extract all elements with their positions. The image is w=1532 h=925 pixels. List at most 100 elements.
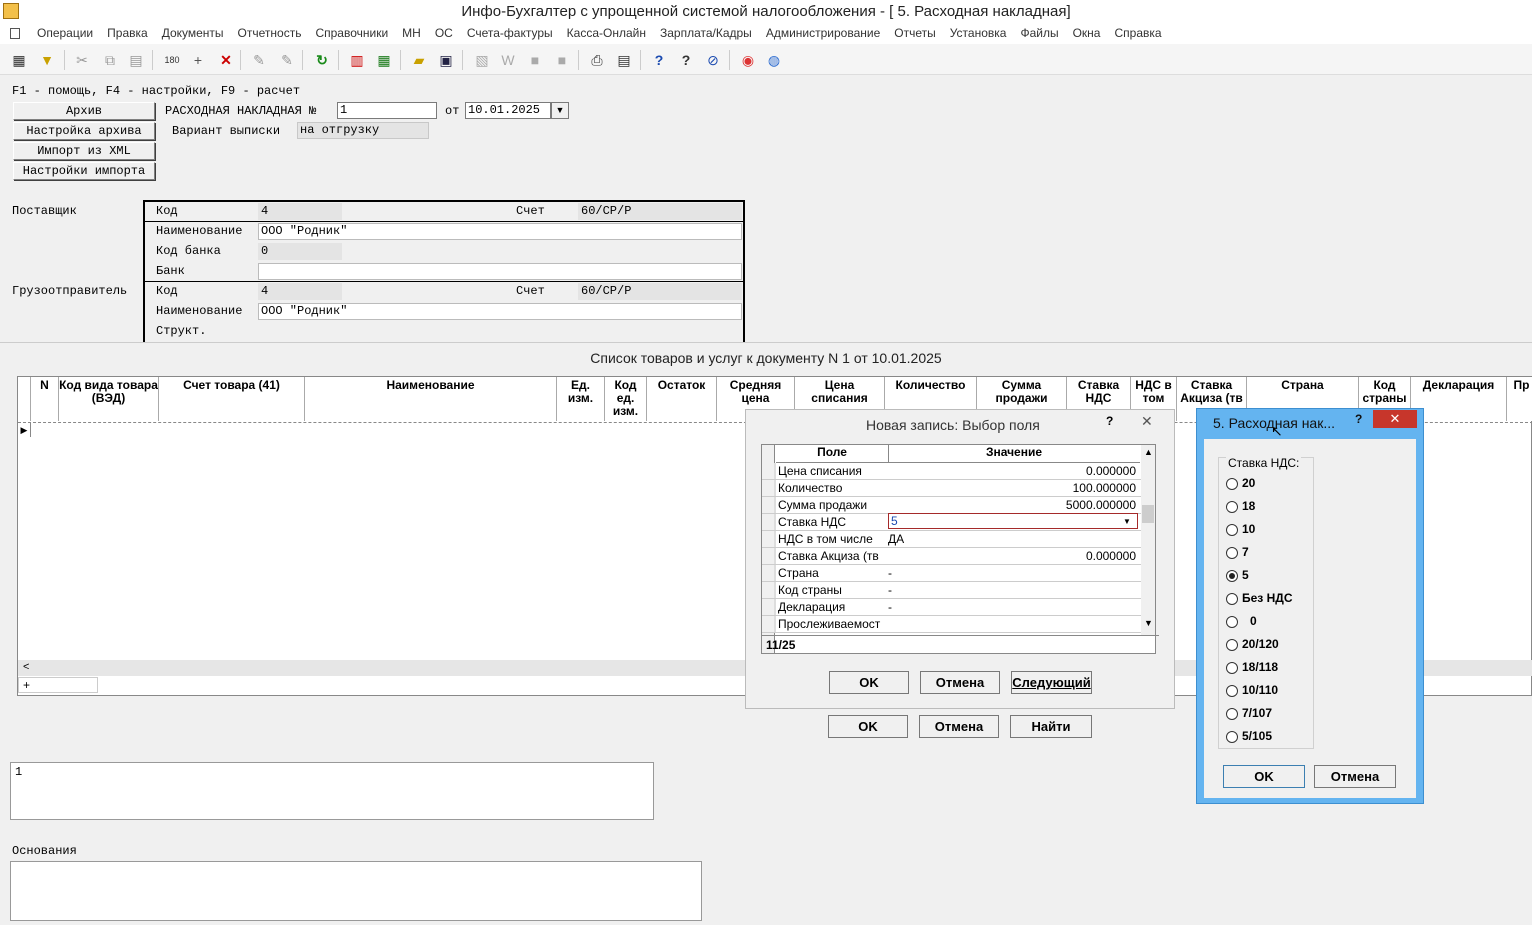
goods-column-header[interactable]: N xyxy=(31,377,59,421)
vat-dialog-close-icon[interactable]: ✕ xyxy=(1373,410,1417,428)
vat-option[interactable]: 18/118 xyxy=(1226,660,1326,678)
import-xml-button[interactable]: Импорт из XML xyxy=(13,142,155,160)
vat-option[interactable]: Без НДС xyxy=(1226,591,1326,609)
shipper-account-field[interactable]: 60/СР/Р xyxy=(578,283,742,300)
field-row-value[interactable]: ДА xyxy=(888,532,1136,546)
field-row-value[interactable]: 5 xyxy=(888,513,1138,529)
pen-icon[interactable]: ✎ xyxy=(249,50,269,70)
help-icon[interactable]: ? xyxy=(649,50,669,70)
scroll-thumb[interactable] xyxy=(1142,505,1154,523)
radio-icon[interactable] xyxy=(1226,662,1238,674)
menu-item[interactable]: МН xyxy=(395,26,428,40)
menu-item[interactable]: Окна xyxy=(1066,26,1108,40)
open-folder-icon[interactable]: ▰ xyxy=(409,50,429,70)
field-value-table[interactable]: Поле Значение Цена списания 0.000000 Колич… xyxy=(761,444,1159,654)
field-row[interactable]: Ставка Акциза (тв 0.000000 xyxy=(762,548,1142,565)
radio-icon[interactable] xyxy=(1226,593,1238,605)
field-row[interactable]: Сумма продажи 5000.000000 xyxy=(762,497,1142,514)
shipper-name-field[interactable]: ООО "Родник" xyxy=(258,303,742,320)
delete-icon[interactable]: ✕ xyxy=(216,50,236,70)
bank-field[interactable] xyxy=(258,263,742,280)
date-dropdown-icon[interactable]: ▼ xyxy=(551,102,569,119)
pen-multi-icon[interactable]: ✎ xyxy=(277,50,297,70)
field-row[interactable]: Прослеживаемост xyxy=(762,616,1142,633)
shipper-code-field[interactable]: 4 xyxy=(258,283,342,300)
goods-column-header[interactable]: Пр xyxy=(1507,377,1532,421)
radio-icon[interactable] xyxy=(1226,731,1238,743)
calculator-icon[interactable]: ▦ xyxy=(374,50,394,70)
radio-icon[interactable] xyxy=(1226,501,1238,513)
filter-icon[interactable]: ▼ xyxy=(37,50,57,70)
radio-icon[interactable] xyxy=(1226,478,1238,490)
radio-icon[interactable] xyxy=(1226,708,1238,720)
field-dialog-ok-button[interactable]: OK xyxy=(829,671,909,694)
field-row-value[interactable]: 0.000000 xyxy=(888,549,1136,563)
scroll-left-icon[interactable]: < xyxy=(23,661,29,673)
grid-icon[interactable]: ▦ xyxy=(9,50,29,70)
menu-item[interactable]: Документы xyxy=(155,26,231,40)
cut-icon[interactable]: ✂ xyxy=(72,50,92,70)
print-icon[interactable]: ⎙ xyxy=(587,50,607,70)
field-row-value[interactable]: - xyxy=(888,600,1136,614)
goods-column-header[interactable]: Счет товара (41) xyxy=(159,377,305,421)
preview-icon[interactable]: ▤ xyxy=(614,50,634,70)
globe-icon[interactable]: ◍ xyxy=(764,50,784,70)
goods-column-header[interactable]: Код ед. изм. xyxy=(605,377,647,421)
field-dialog-help-icon[interactable]: ? xyxy=(1106,414,1113,428)
field-row-value[interactable]: 100.000000 xyxy=(888,481,1136,495)
notes-field[interactable]: 1 xyxy=(10,762,654,820)
vat-option[interactable]: 20 xyxy=(1226,476,1326,494)
doc-number-field[interactable]: 1 xyxy=(337,102,437,119)
field-row[interactable]: Цена списания 0.000000 xyxy=(762,463,1142,480)
vat-dialog-help-icon[interactable]: ? xyxy=(1355,412,1362,426)
radio-icon[interactable] xyxy=(1226,685,1238,697)
field-row[interactable]: Декларация - xyxy=(762,599,1142,616)
radio-icon[interactable] xyxy=(1226,570,1238,582)
scroll-down-icon[interactable]: ▼ xyxy=(1144,618,1153,628)
menu-item[interactable]: Операции xyxy=(30,26,100,40)
vat-option[interactable]: 5/105 xyxy=(1226,729,1326,747)
field-row[interactable]: Код страны - xyxy=(762,582,1142,599)
outer-cancel-button[interactable]: Отмена xyxy=(919,715,999,738)
context-help-icon[interactable]: ? xyxy=(676,50,696,70)
goods-column-header[interactable]: Код вида товара (ВЭД) xyxy=(59,377,159,421)
archive-settings-button[interactable]: Настройка архива xyxy=(13,122,155,140)
field-row-value[interactable]: - xyxy=(888,583,1136,597)
menu-item[interactable]: Справка xyxy=(1107,26,1168,40)
sheet-icon[interactable]: ■ xyxy=(525,50,545,70)
number-icon[interactable]: 180 xyxy=(162,50,182,70)
menu-item[interactable]: Отчетность xyxy=(231,26,309,40)
menu-item[interactable]: Файлы xyxy=(1013,26,1065,40)
variant-field[interactable]: на отгрузку xyxy=(297,122,429,139)
menu-item[interactable]: Установка xyxy=(943,26,1014,40)
word-icon[interactable]: W xyxy=(498,50,518,70)
vat-dropdown-icon[interactable]: ▼ xyxy=(1119,515,1135,528)
menu-item[interactable]: ОС xyxy=(428,26,460,40)
report-icon[interactable]: ▥ xyxy=(347,50,367,70)
menu-item[interactable]: Справочники xyxy=(308,26,395,40)
menu-item[interactable]: Правка xyxy=(100,26,155,40)
vat-dialog-ok-button[interactable]: OK xyxy=(1223,765,1305,788)
sheet2-icon[interactable]: ■ xyxy=(552,50,572,70)
add-row-cell[interactable]: + xyxy=(18,677,98,693)
radio-icon[interactable] xyxy=(1226,616,1238,628)
field-row-value[interactable]: 0.000000 xyxy=(888,464,1136,478)
menu-item[interactable]: Зарплата/Кадры xyxy=(653,26,759,40)
vat-option[interactable]: 10 xyxy=(1226,522,1326,540)
outer-ok-button[interactable]: OK xyxy=(828,715,908,738)
radio-icon[interactable] xyxy=(1226,639,1238,651)
save-icon[interactable]: ▣ xyxy=(436,50,456,70)
add-row-icon[interactable]: + xyxy=(23,678,30,692)
field-dialog-cancel-button[interactable]: Отмена xyxy=(920,671,1000,694)
menu-item[interactable]: Счета-фактуры xyxy=(460,26,560,40)
outer-find-button[interactable]: Найти xyxy=(1010,715,1092,738)
goods-column-header[interactable]: Декларация xyxy=(1411,377,1507,421)
scroll-up-icon[interactable]: ▲ xyxy=(1144,447,1153,457)
field-row-value[interactable]: - xyxy=(888,566,1136,580)
export-icon[interactable]: ▧ xyxy=(472,50,492,70)
supplier-account-field[interactable]: 60/СР/Р xyxy=(578,203,742,220)
paste-icon[interactable]: ▤ xyxy=(126,50,146,70)
vat-option[interactable]: 0 xyxy=(1226,614,1326,632)
basis-field[interactable] xyxy=(10,861,702,921)
field-dialog-close-icon[interactable]: ✕ xyxy=(1141,413,1153,430)
